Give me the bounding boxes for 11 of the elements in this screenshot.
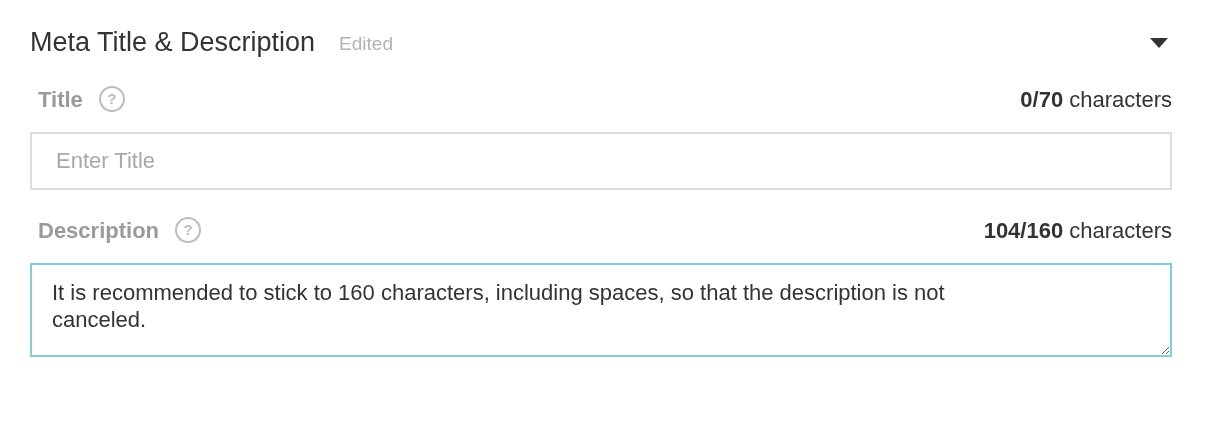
help-icon[interactable]: ?	[175, 217, 202, 243]
help-icon[interactable]: ?	[98, 86, 125, 112]
field-label: Description	[38, 216, 160, 245]
caret-icon	[1150, 38, 1168, 48]
section-title: Meta Title & Description	[30, 26, 316, 59]
description-field[interactable]: It is recommended to stick to 160 characters, including spaces, so that the description is not canceled.	[30, 262, 1172, 357]
field-label: Title	[38, 85, 83, 114]
status-label: Edited	[339, 32, 393, 56]
title-field[interactable]: Enter Title	[30, 131, 1172, 190]
character-counter: 0/70 characters	[1020, 85, 1172, 114]
character-counter: 104/160 characters	[983, 216, 1172, 245]
